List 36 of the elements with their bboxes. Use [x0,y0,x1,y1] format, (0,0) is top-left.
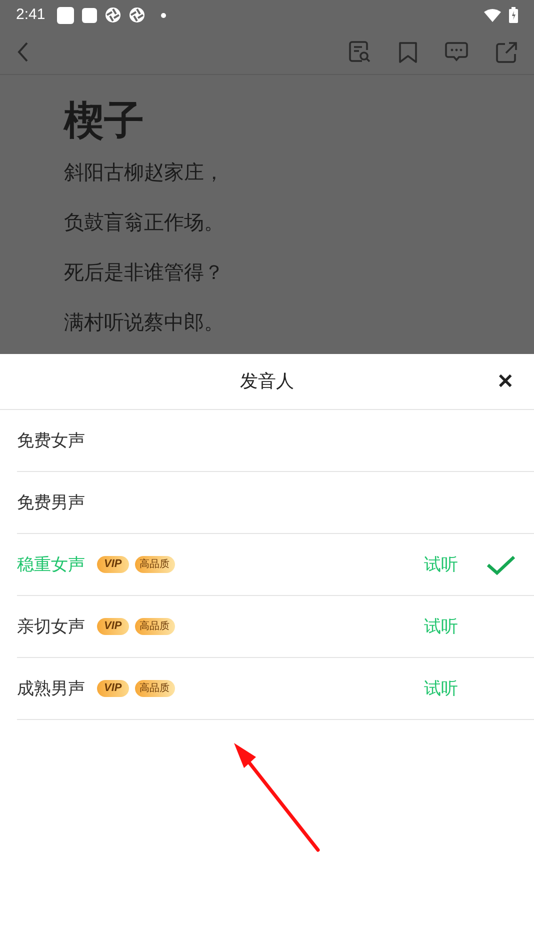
battery-icon [509,7,518,23]
bookmark-icon[interactable] [399,42,417,62]
voice-name: 稳重女声 [17,554,85,576]
document-search-icon[interactable] [349,41,371,63]
sheet-title: 发音人 [240,370,294,393]
aperture-icon [129,7,146,23]
notification-icon [57,6,74,24]
check-icon [486,554,516,576]
voice-option[interactable]: 稳重女声 VIP 高品质 试听 [17,534,534,596]
voice-option[interactable]: 成熟男声 VIP 高品质 试听 [17,658,534,720]
voice-option[interactable]: 亲切女声 VIP 高品质 试听 [17,596,534,658]
quality-badge: 高品质 [134,556,175,573]
vip-badge: VIP [97,556,129,573]
back-icon[interactable] [17,42,29,62]
comment-icon[interactable] [445,42,468,62]
voice-option[interactable]: 免费女声 [17,410,534,472]
voice-option[interactable]: 免费男声 [17,472,534,534]
close-button[interactable]: ✕ [493,368,518,396]
article-title: 楔子 [64,98,145,145]
aperture-icon [105,7,122,23]
voice-name: 免费女声 [17,430,85,452]
share-icon[interactable] [496,42,517,62]
poem-line: 死后是非谁管得？ [64,261,224,286]
poem-line: 斜阳古柳赵家庄， [64,161,224,186]
vip-badge: VIP [97,680,129,697]
poem-line: 负鼓盲翁正作场。 [64,211,224,236]
voice-name: 成熟男声 [17,678,85,700]
status-time: 2:41 [16,4,46,25]
voice-name: 亲切女声 [17,616,85,638]
quality-badge: 高品质 [134,618,175,635]
vip-badge: VIP [97,618,129,635]
poem-line: 满村听说蔡中郎。 [64,311,224,336]
quality-badge: 高品质 [134,680,175,697]
voice-name: 免费男声 [17,492,85,514]
wifi-icon [484,8,501,22]
notification-icon [82,8,98,22]
